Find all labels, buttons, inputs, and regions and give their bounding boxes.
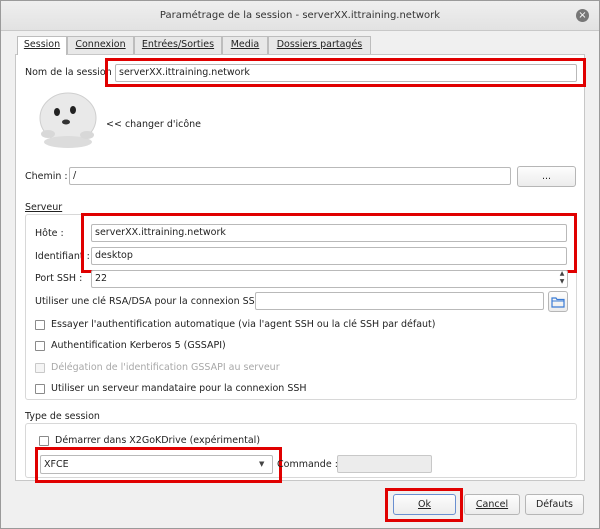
window-title: Paramétrage de la session - serverXX.itt… [159,10,441,21]
proxy-label: Utiliser un serveur mandataire pour la c… [51,383,307,394]
cancel-label: Cancel [475,499,509,510]
browse-path-button[interactable]: ... [517,166,576,187]
proxy-checkbox[interactable] [35,384,45,394]
kerberos-checkbox[interactable] [35,341,45,351]
port-spin-up-icon[interactable]: ▲ [557,270,567,277]
change-icon-button[interactable]: << changer d'icône [106,119,201,130]
path-input[interactable]: / [69,167,511,185]
tab-entrees-sorties[interactable]: Entrées/Sorties [134,36,222,54]
title-bar: Paramétrage de la session - serverXX.itt… [1,1,599,31]
session-tab-panel: Nom de la session : serverXX.ittraining.… [15,54,586,483]
gssapi-delegation-label: Délégation de l'identification GSSAPI au… [51,362,280,373]
close-icon[interactable]: × [576,9,589,22]
session-type-group-label: Type de session [25,411,100,422]
x2gokdrive-label: Démarrer dans X2GoKDrive (expérimental) [55,435,261,446]
gssapi-delegation-checkbox [35,363,45,373]
session-settings-dialog: Paramétrage de la session - serverXX.itt… [0,0,600,529]
command-input [337,455,432,473]
tab-media[interactable]: Media [222,36,268,54]
cancel-button[interactable]: Cancel [464,494,520,515]
tab-dossiers-partages[interactable]: Dossiers partagés [268,36,371,54]
ok-button[interactable]: Ok [393,494,456,515]
open-key-folder-button[interactable] [548,291,568,312]
tab-dossiers-partages-label: Dossiers partagés [276,39,363,50]
port-spin-down-icon[interactable]: ▼ [557,278,567,285]
tab-session[interactable]: Session [17,36,67,55]
folder-icon [551,297,565,308]
highlight-host-login [81,213,577,273]
tab-session-label: Session [23,39,61,50]
highlight-session-type [35,447,282,483]
session-icon[interactable] [30,87,105,151]
tab-media-label: Media [230,39,260,50]
ssh-key-label: Utiliser une clé RSA/DSA pour la connexi… [35,296,269,307]
path-label: Chemin : [25,171,68,182]
ok-label: Ok [418,499,431,510]
auto-auth-checkbox[interactable] [35,320,45,330]
command-label: Commande : [277,459,338,470]
host-label: Hôte : [35,228,64,239]
auto-auth-label: Essayer l'authentification automatique (… [51,319,436,330]
server-group-label: Serveur [25,202,62,213]
tab-entrees-sorties-label: Entrées/Sorties [141,39,215,50]
x2gokdrive-checkbox[interactable] [39,436,49,446]
highlight-session-name [105,58,586,87]
tab-connexion[interactable]: Connexion [67,36,134,54]
defaults-button[interactable]: Défauts [525,494,584,515]
kerberos-label: Authentification Kerberos 5 (GSSAPI) [51,340,226,351]
tab-connexion-label: Connexion [75,39,126,50]
ssh-port-label: Port SSH : [35,273,83,284]
ssh-port-input[interactable]: 22 [91,270,568,288]
server-group-label-text: Serveur [25,202,63,213]
ssh-key-input[interactable] [255,292,544,310]
